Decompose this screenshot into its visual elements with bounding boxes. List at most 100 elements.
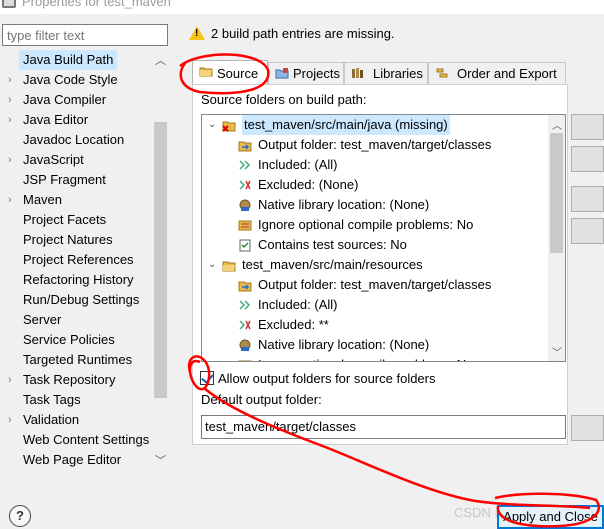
source-folders-tree: ︿ ﹀ ⌄ test_maven/src/main/java (missing) O…	[201, 114, 566, 362]
output-folder-icon	[238, 281, 252, 292]
properties-nav-tree: Java Build Path › Java Code Style › Java Com…	[0, 50, 171, 470]
warning-message: 2 build path entries are missing.	[211, 26, 395, 41]
window-title: Properties for test_maven	[22, 0, 171, 9]
nav-item[interactable]: Project Facets	[0, 210, 152, 230]
tree-row-label: Output folder: test_maven/target/classes	[258, 137, 492, 152]
tree-row-label: Native library location: (None)	[258, 197, 430, 212]
remove-button[interactable]	[571, 218, 604, 244]
nav-item[interactable]: Web Content Settings	[0, 430, 152, 450]
nav-item-label: Server	[23, 312, 62, 327]
tree-scrollbar[interactable]: ︿ ﹀	[548, 115, 565, 361]
nav-item-label: Maven	[23, 192, 63, 207]
tree-row-label: Included: (All)	[258, 297, 338, 312]
nav-item[interactable]: › Task Repository	[0, 370, 152, 390]
nav-item[interactable]: › Java Compiler	[0, 90, 152, 110]
nav-item-label: Java Build Path	[19, 50, 118, 70]
nav-item[interactable]: Web Page Editor	[0, 450, 152, 470]
tree-row-label: test_maven/src/main/java (missing)	[242, 115, 450, 135]
nav-item[interactable]: Project Natures	[0, 230, 152, 250]
source-folders-label: Source folders on build path:	[201, 92, 367, 107]
expand-toggle-icon[interactable]: ⌄	[208, 255, 216, 275]
nav-item[interactable]: › Validation	[0, 410, 152, 430]
nav-item[interactable]: › Java Editor	[0, 110, 152, 130]
scroll-down-icon[interactable]: ﹀	[552, 344, 562, 359]
inclusion-filter-icon	[239, 300, 251, 310]
libraries-icon	[352, 68, 363, 78]
tree-row-label: Native library location: (None)	[258, 337, 430, 352]
tab-source[interactable]: Source	[192, 60, 268, 85]
tab-libraries[interactable]: Libraries	[344, 62, 428, 84]
nav-item-label: Project References	[23, 252, 134, 267]
nav-item[interactable]: JSP Fragment	[0, 170, 152, 190]
nav-scroll-thumb[interactable]	[154, 122, 167, 398]
test-sources-icon	[239, 239, 251, 252]
nav-item[interactable]: Javadoc Location	[0, 130, 152, 150]
nav-item[interactable]: › JavaScript	[0, 150, 152, 170]
tree-scroll-thumb[interactable]	[550, 133, 563, 253]
window-titlebar: Properties for test_maven	[0, 0, 604, 14]
tree-row-label: test_maven/src/main/resources	[242, 257, 423, 272]
link-source-button[interactable]	[571, 146, 604, 172]
nav-item[interactable]: Targeted Runtimes	[0, 350, 152, 370]
chevron-right-icon[interactable]: ›	[8, 410, 12, 430]
chevron-right-icon[interactable]: ›	[8, 70, 12, 90]
chevron-right-icon[interactable]: ›	[8, 150, 12, 170]
help-icon[interactable]: ?	[9, 505, 31, 527]
nav-item-label: Project Natures	[23, 232, 113, 247]
scroll-up-icon[interactable]: ︿	[552, 117, 562, 132]
missing-folder-icon	[222, 121, 236, 132]
tree-row-label: Contains test sources: No	[258, 237, 407, 252]
nav-item[interactable]: › Java Code Style	[0, 70, 152, 90]
nav-item-label: JavaScript	[23, 152, 84, 167]
nav-item[interactable]: Refactoring History	[0, 270, 152, 290]
tab-libraries-label: Libraries	[373, 66, 423, 81]
tree-row-label: Output folder: test_maven/target/classes	[258, 277, 492, 292]
warning-icon: !	[189, 26, 205, 40]
add-folder-button[interactable]	[571, 114, 604, 140]
source-folder-icon	[199, 67, 213, 77]
nav-item-label: Web Content Settings	[23, 432, 150, 447]
nav-scrollbar[interactable]: ︿ ﹀	[152, 50, 169, 470]
nav-item-label: Javadoc Location	[23, 132, 125, 147]
ignore-problems-icon	[238, 220, 252, 231]
tree-row-label: Included: (All)	[258, 157, 338, 172]
scroll-down-icon[interactable]: ﹀	[155, 452, 166, 468]
exclusion-filter-icon	[239, 320, 251, 330]
nav-item[interactable]: Java Build Path	[0, 50, 152, 70]
chevron-right-icon[interactable]: ›	[8, 90, 12, 110]
nav-item[interactable]: Service Policies	[0, 330, 152, 350]
tab-order-export[interactable]: Order and Export	[428, 62, 566, 84]
scroll-up-icon[interactable]: ︿	[155, 52, 166, 68]
filter-input[interactable]	[2, 24, 168, 46]
allow-output-folders-label[interactable]: Allow output folders for source folders	[218, 371, 436, 386]
nav-item[interactable]: Server	[0, 310, 152, 330]
tab-order-export-label: Order and Export	[457, 66, 557, 81]
nav-item-label: Web Page Editor	[23, 452, 122, 467]
exclusion-filter-icon	[239, 180, 251, 190]
tree-row-label: Excluded: (None)	[258, 177, 359, 192]
chevron-right-icon[interactable]: ›	[8, 370, 12, 390]
tab-projects[interactable]: Projects	[268, 62, 344, 84]
nav-item-label: Targeted Runtimes	[23, 352, 133, 367]
expand-toggle-icon[interactable]: ⌄	[208, 115, 216, 135]
nav-item-label: Validation	[23, 412, 80, 427]
browse-button[interactable]	[571, 415, 604, 441]
nav-item-label: Run/Debug Settings	[23, 292, 140, 307]
projects-icon	[275, 68, 289, 79]
tree-row-label: Ignore optional compile problems: No	[258, 355, 473, 361]
nav-item[interactable]: Task Tags	[0, 390, 152, 410]
nav-item[interactable]: Run/Debug Settings	[0, 290, 152, 310]
output-folder-icon	[238, 141, 252, 152]
default-output-folder-input[interactable]: test_maven/target/classes	[201, 415, 566, 439]
chevron-right-icon[interactable]: ›	[8, 110, 12, 130]
nav-item-label: Java Editor	[23, 112, 89, 127]
allow-output-folders-checkbox[interactable]	[200, 371, 214, 385]
nav-item[interactable]: Project References	[0, 250, 152, 270]
edit-button[interactable]	[571, 186, 604, 212]
order-export-icon	[436, 68, 448, 78]
apply-and-close-button[interactable]: Apply and Close	[497, 505, 604, 529]
nav-item-label: Project Facets	[23, 212, 107, 227]
nav-item[interactable]: › Maven	[0, 190, 152, 210]
native-library-icon	[239, 339, 251, 351]
chevron-right-icon[interactable]: ›	[8, 190, 12, 210]
